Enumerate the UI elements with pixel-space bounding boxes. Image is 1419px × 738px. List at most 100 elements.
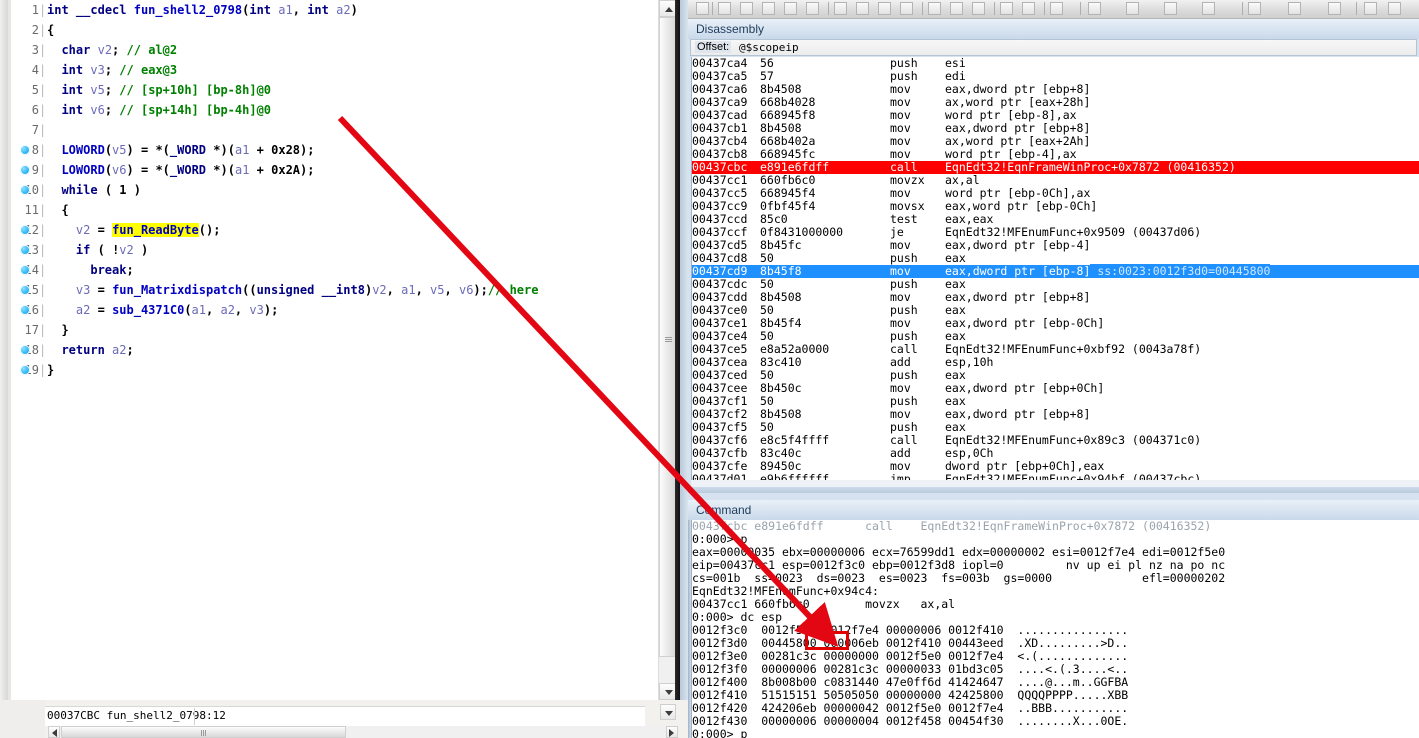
toolbar-button-icon[interactable] bbox=[1202, 2, 1215, 15]
scroll-up-arrow-icon[interactable] bbox=[659, 0, 676, 17]
toolbar-button-icon[interactable] bbox=[950, 2, 963, 15]
toolbar-button-icon[interactable] bbox=[740, 2, 753, 15]
code-line[interactable]: 10| while ( 1 ) bbox=[11, 180, 656, 200]
breakpoint-marker-icon[interactable] bbox=[20, 305, 30, 315]
dis-operands: ax,word ptr [eax+28h] bbox=[945, 95, 1091, 109]
scroll-down-arrow-icon[interactable] bbox=[659, 683, 676, 700]
offset-label: Offset: bbox=[695, 41, 732, 53]
line-divider: | bbox=[39, 163, 47, 177]
breakpoint-marker-icon[interactable] bbox=[20, 165, 30, 175]
line-divider: | bbox=[39, 183, 47, 197]
toolbar-button-icon[interactable] bbox=[1022, 2, 1035, 15]
toolbar-button-icon[interactable] bbox=[928, 2, 941, 15]
toolbar-button-icon[interactable] bbox=[900, 2, 913, 15]
code-line[interactable]: 2|{ bbox=[11, 20, 656, 40]
code-text: int v6; // [sp+14h] [bp-4h]@0 bbox=[61, 103, 272, 117]
disassembly-row[interactable]: 00437ca4 56 push esi bbox=[692, 57, 1419, 70]
breakpoint-marker-icon[interactable] bbox=[20, 185, 30, 195]
toolbar-button-icon[interactable] bbox=[1288, 2, 1301, 15]
code-vertical-scrollbar[interactable] bbox=[658, 0, 676, 700]
code-line[interactable]: 17| } bbox=[11, 320, 656, 340]
code-line[interactable]: 15| v3 = fun_Matrixdispatch((unsigned __… bbox=[11, 280, 656, 300]
disassembly-row[interactable]: 00437cf2 8b4508 mov eax,dword ptr [ebp+8] bbox=[692, 408, 1419, 421]
toolbar-button-icon[interactable] bbox=[1328, 2, 1341, 15]
code-line[interactable]: 16| a2 = sub_4371C0(a1, a2, v3); bbox=[11, 300, 656, 320]
offset-input[interactable]: @$scopeip bbox=[739, 41, 799, 54]
pseudocode-editor[interactable]: 1|int __cdecl fun_shell2_0798(int a1, in… bbox=[11, 0, 656, 700]
toolbar-button-icon[interactable] bbox=[1000, 2, 1013, 15]
command-output[interactable]: 00437cbc e891e6fdff call EqnEdt32!EqnFra… bbox=[691, 520, 1419, 738]
code-line[interactable]: 14| break; bbox=[11, 260, 656, 280]
line-number: 11 bbox=[24, 203, 39, 217]
code-line[interactable]: 1|int __cdecl fun_shell2_0798(int a1, in… bbox=[11, 0, 656, 20]
code-line[interactable]: 7| bbox=[11, 120, 656, 140]
toolbar-button-icon[interactable] bbox=[784, 2, 797, 15]
code-line[interactable]: 8| LOWORD(v5) = *(_WORD *)(a1 + 0x28); bbox=[11, 140, 656, 160]
toolbar-button-icon[interactable] bbox=[972, 2, 985, 15]
code-line[interactable]: 9| LOWORD(v6) = *(_WORD *)(a1 + 0x2A); bbox=[11, 160, 656, 180]
toolbar-button-icon[interactable] bbox=[762, 2, 775, 15]
status-strip: 00037CBC fun_shell2_0798:12 bbox=[0, 700, 688, 738]
command-line: 0012f430 00000006 00000004 0012f458 0045… bbox=[692, 714, 1129, 728]
line-divider: | bbox=[39, 283, 47, 297]
line-divider: | bbox=[39, 103, 47, 117]
code-line[interactable]: 11| { bbox=[11, 200, 656, 220]
code-line[interactable]: 4| int v3; // eax@3 bbox=[11, 60, 656, 80]
toolbar-button-icon[interactable] bbox=[806, 2, 819, 15]
line-divider: | bbox=[39, 323, 47, 337]
line-number: 7 bbox=[31, 123, 39, 137]
code-scroll-thumb[interactable] bbox=[659, 17, 676, 657]
code-line[interactable]: 19|} bbox=[11, 360, 656, 380]
scroll-left-arrow-icon[interactable] bbox=[48, 726, 60, 738]
line-divider: | bbox=[39, 223, 47, 237]
toolbar-button-icon[interactable] bbox=[1126, 2, 1139, 15]
code-line[interactable]: 12| v2 = fun_ReadByte(); bbox=[11, 220, 656, 240]
disassembly-row[interactable]: 00437cea 83c410 add esp,10h bbox=[692, 356, 1419, 369]
code-line[interactable]: 5| int v5; // [sp+10h] [bp-8h]@0 bbox=[11, 80, 656, 100]
dis-operands: esp,10h bbox=[945, 355, 994, 369]
toolbar-button-icon[interactable] bbox=[856, 2, 869, 15]
code-text: char v2; // al@2 bbox=[61, 43, 178, 57]
toolbar-button-icon[interactable] bbox=[1164, 2, 1177, 15]
status-scroll-down-icon[interactable] bbox=[660, 704, 676, 720]
breakpoint-marker-icon[interactable] bbox=[20, 145, 30, 155]
disassembly-row[interactable]: 00437ce1 8b45f4 mov eax,dword ptr [ebp-0Ch] bbox=[692, 317, 1419, 330]
disassembly-row[interactable]: 00437cee 8b450c mov eax,dword ptr [ebp+0Ch] bbox=[692, 382, 1419, 395]
code-line[interactable]: 6| int v6; // [sp+14h] [bp-4h]@0 bbox=[11, 100, 656, 120]
disassembly-row[interactable]: 00437cd9 8b45f8 mov eax,dword ptr [ebp-8] s… bbox=[692, 264, 1419, 278]
disassembly-row[interactable]: 00437cd5 8b45fc mov eax,dword ptr [ebp-4] bbox=[692, 239, 1419, 252]
disassembly-row[interactable]: 00437cdd 8b4508 mov eax,dword ptr [ebp+8] bbox=[692, 291, 1419, 304]
windbg-toolbar[interactable] bbox=[688, 0, 1419, 19]
breakpoint-marker-icon[interactable] bbox=[20, 285, 30, 295]
line-number: 5 bbox=[31, 83, 39, 97]
toolbar-button-icon[interactable] bbox=[696, 2, 709, 15]
breakpoint-marker-icon[interactable] bbox=[20, 225, 30, 235]
code-line[interactable]: 18| return a2; bbox=[11, 340, 656, 360]
line-divider: | bbox=[39, 3, 47, 17]
toolbar-button-icon[interactable] bbox=[718, 2, 731, 15]
toolbar-button-icon[interactable] bbox=[1248, 2, 1261, 15]
breakpoint-marker-icon[interactable] bbox=[20, 265, 30, 275]
line-divider: | bbox=[39, 43, 47, 57]
line-divider: | bbox=[39, 203, 47, 217]
toolbar-button-icon[interactable] bbox=[1088, 2, 1101, 15]
disassembly-offset-row[interactable]: Offset: @$scopeip bbox=[690, 39, 1417, 56]
toolbar-separator bbox=[1044, 2, 1045, 15]
toolbar-button-icon[interactable] bbox=[1388, 2, 1401, 15]
code-horizontal-scrollbar[interactable] bbox=[48, 726, 678, 738]
scroll-right-arrow-icon[interactable] bbox=[666, 726, 678, 738]
code-line[interactable]: 3| char v2; // al@2 bbox=[11, 40, 656, 60]
hscroll-thumb[interactable] bbox=[61, 726, 346, 738]
breakpoint-marker-icon[interactable] bbox=[20, 345, 30, 355]
dis-operands: eax bbox=[945, 329, 966, 343]
toolbar-button-icon[interactable] bbox=[834, 2, 847, 15]
code-line[interactable]: 13| if ( !v2 ) bbox=[11, 240, 656, 260]
toolbar-button-icon[interactable] bbox=[878, 2, 891, 15]
toolbar-button-icon[interactable] bbox=[1050, 2, 1063, 15]
disassembly-list[interactable]: 00437ca4 56 push esi 00437ca5 57 push edi 00437c… bbox=[691, 57, 1419, 487]
disassembly-row[interactable]: 00437cc9 0fbf45f4 movsx eax,word ptr [ebp-0… bbox=[692, 200, 1419, 213]
breakpoint-marker-icon[interactable] bbox=[20, 365, 30, 375]
breakpoint-marker-icon[interactable] bbox=[20, 245, 30, 255]
dis-operands: esp,0Ch bbox=[945, 446, 994, 460]
toolbar-button-icon[interactable] bbox=[1364, 2, 1377, 15]
